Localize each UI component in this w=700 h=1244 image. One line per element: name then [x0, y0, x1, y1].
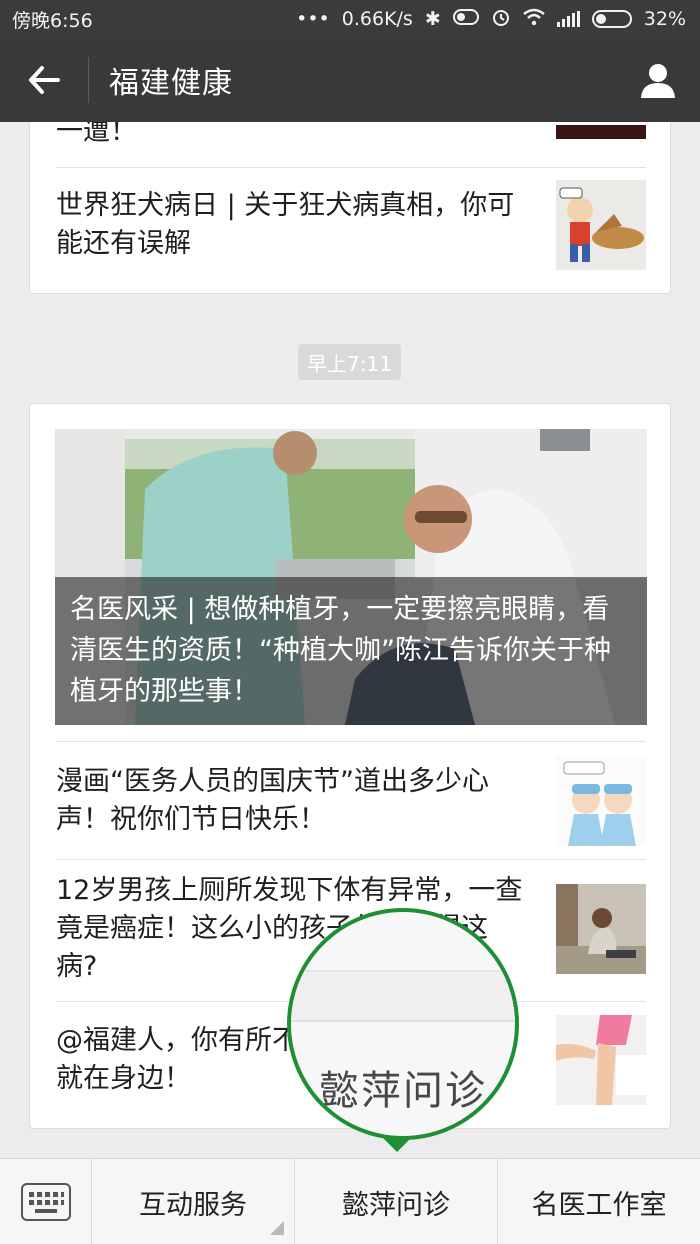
menu-doctor-studio[interactable]: 名医工作室 — [498, 1159, 700, 1244]
magnifier-band — [291, 970, 515, 1022]
menu-interactive-service[interactable]: 互动服务 — [92, 1159, 295, 1244]
nav-divider — [88, 57, 89, 103]
status-bar: 傍晚6:56 ••• 0.66K/s ✱ 32% — [0, 0, 700, 38]
battery-icon — [591, 10, 632, 28]
menu-label: 名医工作室 — [531, 1189, 667, 1221]
battery-level: 32% — [643, 8, 686, 30]
divider — [56, 167, 646, 168]
message-timestamp: 早上7:11 — [298, 344, 401, 380]
status-time: 傍晚6:56 — [12, 9, 93, 32]
article-title: 漫画“医务人员的国庆节”道出多少心声！祝你们节日快乐！ — [56, 766, 489, 835]
hero-article[interactable]: 名医风采 | 想做种植牙，一定要擦亮眼睛，看清医生的资质！“种植大咖”陈江告诉你… — [55, 429, 647, 725]
article-card: 一遭！ 世界狂犬病日 | 关于狂犬病真相，你可能还有误解 — [29, 122, 671, 294]
back-button[interactable] — [0, 38, 88, 122]
article-title: 世界狂犬病日 | 关于狂犬病真相，你可能还有误解 — [56, 190, 515, 259]
menu-label: 懿萍问诊 — [342, 1189, 450, 1221]
magnifier-pointer — [383, 1138, 411, 1152]
article-thumbnail — [556, 756, 646, 846]
divider — [56, 859, 646, 860]
submenu-indicator-icon — [270, 1221, 284, 1235]
article-thumbnail — [556, 125, 646, 139]
keyboard-icon — [20, 1183, 71, 1221]
person-icon — [641, 64, 675, 98]
wifi-icon — [522, 8, 545, 31]
toggle-icon — [452, 8, 479, 30]
bottom-menu-bar: 互动服务 懿萍问诊 名医工作室 — [0, 1158, 700, 1244]
article-item-clipped[interactable]: 一遭！ — [56, 122, 646, 151]
article-title: 一遭！ — [56, 122, 137, 147]
menu-label: 互动服务 — [139, 1189, 247, 1221]
divider — [56, 741, 646, 742]
article-item[interactable]: 漫画“医务人员的国庆节”道出多少心声！祝你们节日快乐！ — [56, 756, 646, 846]
article-thumbnail — [556, 180, 646, 270]
back-arrow-icon — [29, 66, 60, 94]
signal-icon — [556, 11, 580, 27]
page-title: 福建健康 — [109, 66, 233, 101]
status-icons: ••• 0.66K/s ✱ 32% — [296, 7, 686, 32]
keyboard-toggle-button[interactable] — [0, 1159, 92, 1244]
magnifier-label: 懿萍问诊 — [319, 1068, 487, 1114]
more-dots-icon: ••• — [296, 8, 330, 30]
hero-title: 名医风采 | 想做种植牙，一定要擦亮眼睛，看清医生的资质！“种植大咖”陈江告诉你… — [55, 577, 647, 725]
menu-consultation[interactable]: 懿萍问诊 — [295, 1159, 498, 1244]
article-item[interactable]: 世界狂犬病日 | 关于狂犬病真相，你可能还有误解 — [56, 180, 646, 270]
nav-bar: 福建健康 — [0, 38, 700, 122]
alarm-icon — [491, 7, 511, 32]
bluetooth-icon: ✱ — [424, 8, 441, 30]
article-thumbnail — [556, 884, 646, 974]
article-thumbnail — [556, 1015, 646, 1105]
network-speed: 0.66K/s — [341, 8, 413, 30]
profile-button[interactable] — [616, 38, 700, 122]
magnifier-overlay: 懿萍问诊 — [287, 908, 519, 1140]
